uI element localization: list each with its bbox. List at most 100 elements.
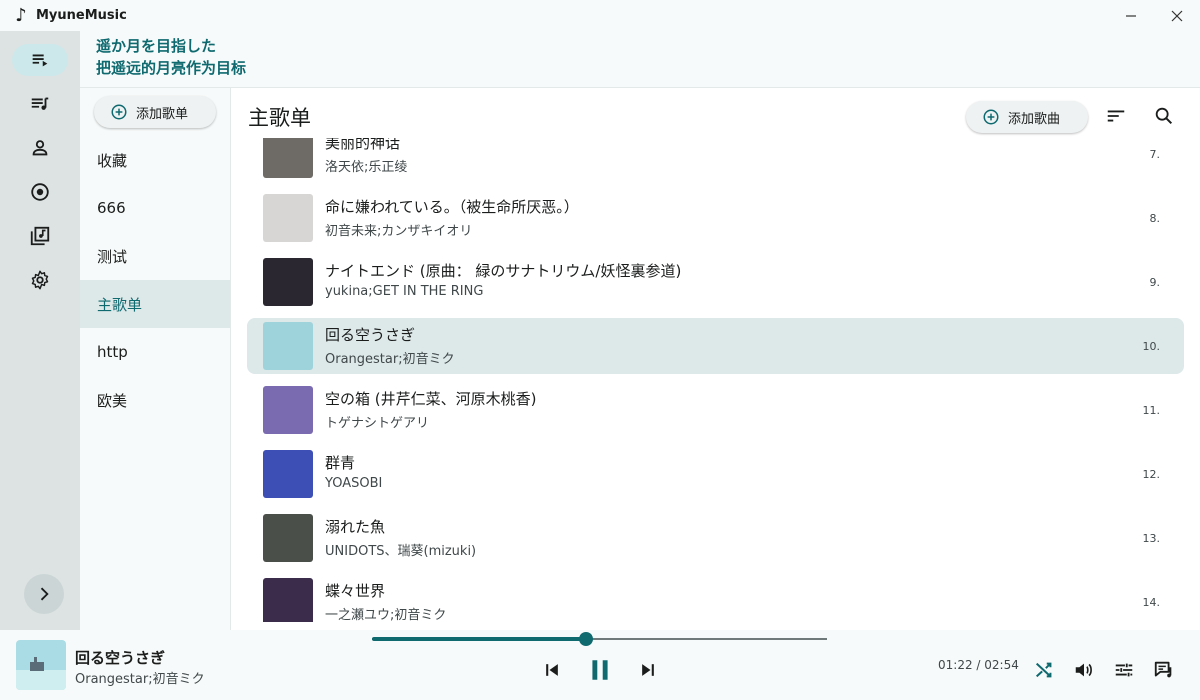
settings-icon	[31, 270, 49, 290]
lyrics-button[interactable]	[1152, 658, 1176, 682]
rail-settings[interactable]	[12, 264, 68, 296]
song-title: 回る空うさぎ	[325, 326, 416, 344]
playlist-item[interactable]: 欧美	[80, 376, 230, 424]
song-cover	[263, 322, 313, 370]
previous-button[interactable]	[540, 658, 564, 682]
music-note-icon: ♪	[15, 5, 27, 26]
song-index: 11.	[1142, 404, 1161, 417]
volume-button[interactable]	[1072, 658, 1096, 682]
song-cover	[263, 578, 313, 622]
song-row[interactable]: 蝶々世界 一之瀬ユウ;初音ミク 14.	[247, 574, 1184, 622]
add-circle-icon	[982, 108, 1000, 126]
song-cover	[263, 258, 313, 306]
song-index: 12.	[1142, 468, 1161, 481]
add-playlist-label: 添加歌单	[136, 106, 189, 122]
playlist-item[interactable]: 测试	[80, 232, 230, 280]
playlist-item[interactable]: http	[80, 328, 230, 376]
minimize-icon	[1126, 14, 1136, 17]
song-index: 14.	[1142, 596, 1161, 609]
add-song-label: 添加歌曲	[1008, 111, 1061, 127]
skip-previous-icon	[546, 664, 558, 676]
rail-library[interactable]	[12, 220, 68, 252]
lyric-line-translation: 把遥远的月亮作为目标	[96, 59, 247, 77]
now-playing-icon	[32, 54, 48, 67]
now-playing-title: 回る空うさぎ	[75, 649, 166, 667]
add-song-button[interactable]: 添加歌曲	[966, 101, 1088, 133]
title-bar: ♪ MyuneMusic	[0, 0, 1200, 31]
song-artist: トゲナシトゲアリ	[325, 416, 430, 431]
expand-rail-button[interactable]	[24, 574, 64, 614]
song-title: ナイトエンド (原曲： 緑のサナトリウム/妖怪裏参道)	[325, 262, 682, 280]
song-row[interactable]: 美丽的神话 洛天依;乐正绫 7.	[247, 138, 1184, 182]
next-button[interactable]	[636, 658, 660, 682]
song-cover	[263, 450, 313, 498]
lyric-line-original: 遥か月を目指した	[96, 37, 217, 55]
song-title: 命に嫌われている。（被生命所厌恶。）	[325, 198, 579, 216]
equalizer-icon	[1115, 663, 1133, 677]
now-playing-cover[interactable]	[16, 640, 66, 690]
song-artist: UNIDOTS、瑞葵(mizuki)	[325, 544, 477, 559]
progress-slider[interactable]	[372, 632, 827, 646]
song-cover	[263, 386, 313, 434]
chevron-right-icon	[40, 587, 49, 601]
playlist-item[interactable]: 收藏	[80, 136, 230, 184]
artist-icon	[32, 140, 48, 156]
library-icon	[30, 226, 50, 246]
song-row[interactable]: 空の箱 (井芹仁菜、河原木桃香) トゲナシトゲアリ 11.	[247, 382, 1184, 438]
song-artist: Orangestar;初音ミク	[325, 352, 455, 367]
rail-playlists[interactable]	[12, 88, 68, 120]
song-row[interactable]: 群青 YOASOBI 12.	[247, 446, 1184, 502]
playlist-panel: 添加歌单 收藏 666 测试 主歌单 http 欧美	[80, 88, 231, 630]
now-playing-artist: Orangestar;初音ミク	[75, 672, 205, 687]
close-button[interactable]	[1154, 0, 1200, 31]
progress-thumb[interactable]	[578, 632, 593, 646]
add-playlist-button[interactable]: 添加歌单	[94, 96, 216, 128]
shuffle-button[interactable]	[1032, 658, 1056, 682]
pause-button[interactable]	[587, 658, 613, 682]
song-title: 群青	[325, 454, 356, 472]
playlist-item-selected[interactable]: 主歌单	[80, 280, 230, 328]
lyrics-header: 遥か月を目指した 把遥远的月亮作为目标	[80, 31, 1200, 88]
page-title: 主歌单	[248, 106, 311, 130]
volume-icon	[1075, 663, 1092, 677]
song-row-playing[interactable]: 回る空うさぎ Orangestar;初音ミク 10.	[247, 318, 1184, 374]
minimize-button[interactable]	[1108, 0, 1154, 31]
progress-fill	[372, 637, 586, 641]
song-list: 美丽的神话 洛天依;乐正绫 7. 命に嫌われている。（被生命所厌恶。） 初音未来;カンザ…	[247, 138, 1184, 622]
main-panel: 主歌单 添加歌曲 美丽的神话 洛天依;乐正绫 7. 命に嫌われている。（被生命所厌恶。…	[232, 88, 1200, 630]
song-row[interactable]: 命に嫌われている。（被生命所厌恶。） 初音未来;カンザキイオリ 8.	[247, 190, 1184, 246]
song-cover	[263, 514, 313, 562]
close-icon	[1171, 10, 1183, 21]
nav-rail	[0, 31, 80, 630]
pause-icon	[592, 660, 608, 680]
song-title: 蝶々世界	[325, 582, 386, 600]
song-title: 空の箱 (井芹仁菜、河原木桃香)	[325, 390, 537, 408]
playlist-icon	[31, 97, 49, 110]
sort-icon	[1107, 110, 1125, 122]
rail-now-playing[interactable]	[12, 44, 68, 76]
song-title: 溺れた魚	[325, 518, 386, 536]
song-artist: 洛天依;乐正绫	[325, 160, 408, 175]
skip-next-icon	[642, 664, 654, 676]
rail-artists[interactable]	[12, 132, 68, 164]
song-cover	[263, 138, 313, 178]
song-row[interactable]: 溺れた魚 UNIDOTS、瑞葵(mizuki) 13.	[247, 510, 1184, 566]
time-display: 01:22 / 02:54	[938, 658, 1019, 672]
search-icon	[1155, 107, 1173, 125]
song-artist: YOASOBI	[325, 476, 383, 491]
player-bar: 回る空うさぎ Orangestar;初音ミク 01:22 / 02:54	[0, 630, 1200, 700]
playlist-item[interactable]: 666	[80, 184, 230, 232]
song-cover	[263, 194, 313, 242]
song-index: 7.	[1149, 148, 1161, 161]
equalizer-button[interactable]	[1112, 658, 1136, 682]
song-row[interactable]: ナイトエンド (原曲： 緑のサナトリウム/妖怪裏参道) yukina;GET IN…	[247, 254, 1184, 310]
lyrics-icon	[1154, 661, 1172, 678]
shuffle-icon	[1035, 662, 1052, 678]
rail-albums[interactable]	[12, 176, 68, 208]
search-button[interactable]	[1152, 104, 1176, 128]
album-icon	[31, 183, 49, 201]
sort-button[interactable]	[1104, 104, 1128, 128]
app-title: MyuneMusic	[36, 8, 127, 23]
song-index: 8.	[1149, 212, 1161, 225]
add-circle-icon	[110, 103, 128, 121]
